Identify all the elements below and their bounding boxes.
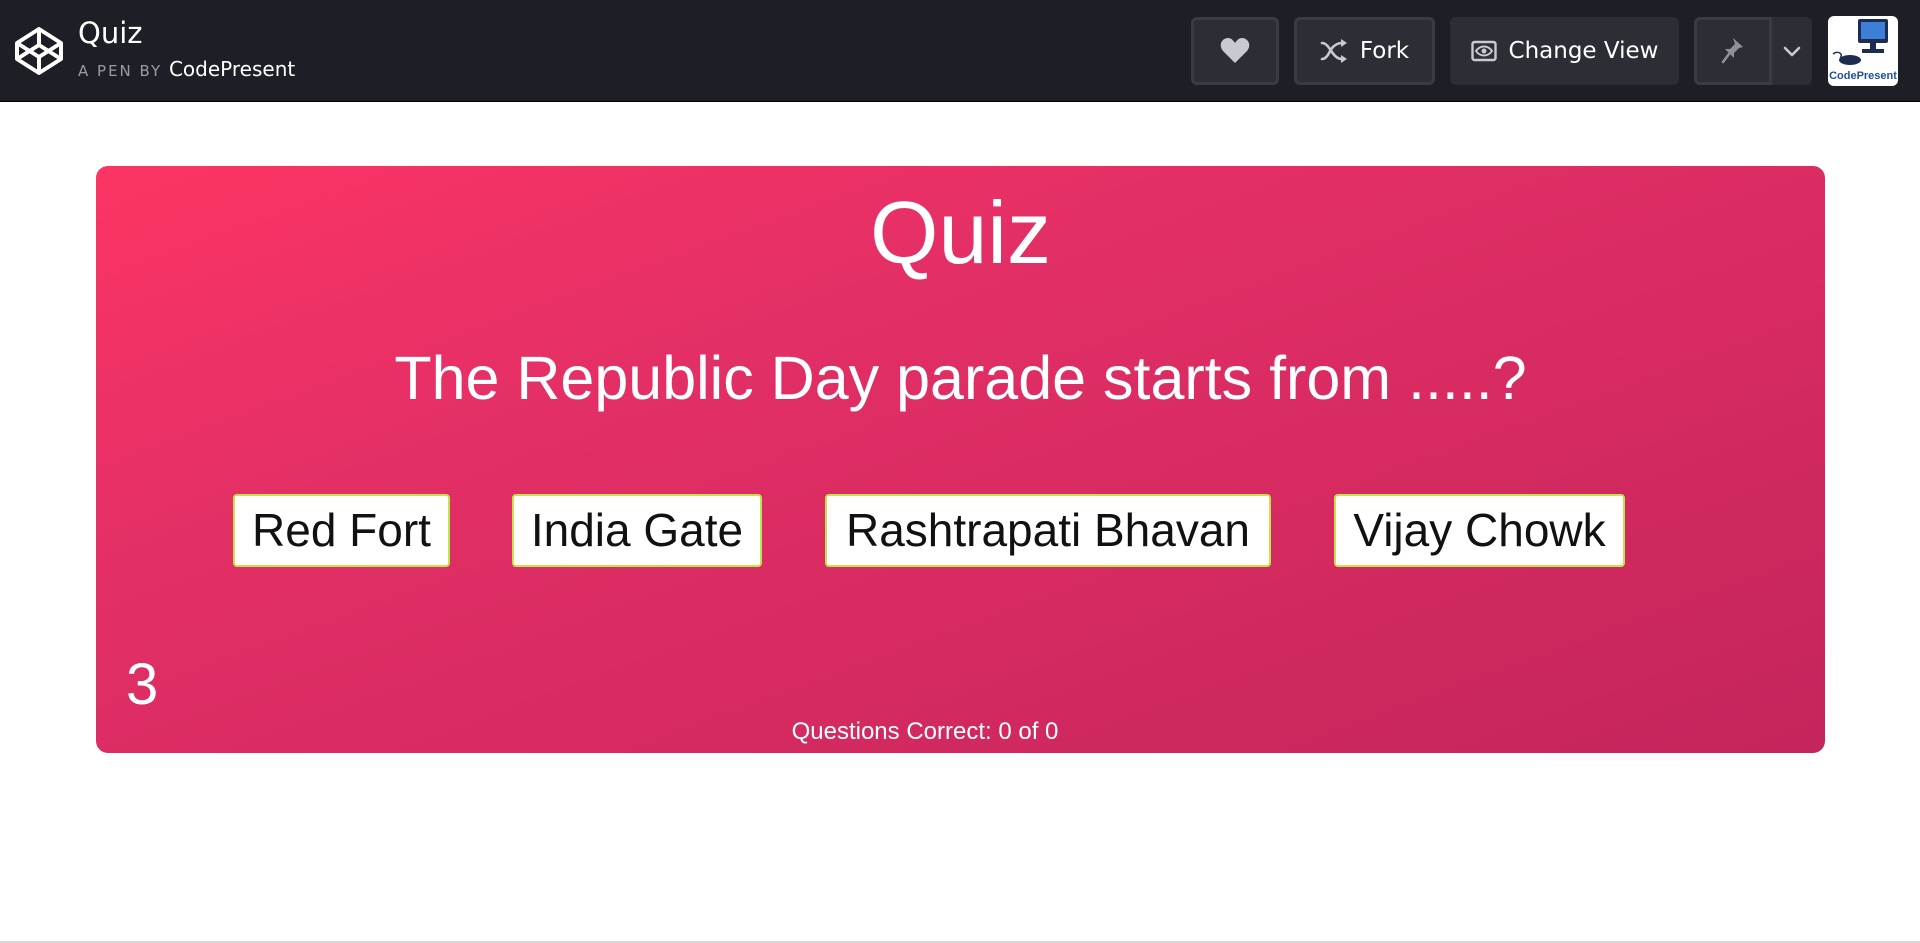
answer-button-vijay-chowk[interactable]: Vijay Chowk [1334,494,1625,567]
countdown-timer: 3 [126,652,159,717]
avatar-label: CodePresent [1829,70,1897,82]
answer-button-red-fort[interactable]: Red Fort [233,494,450,567]
answer-button-rashtrapati-bhavan[interactable]: Rashtrapati Bhavan [825,494,1271,567]
pen-by-label: A PEN BY [78,62,163,80]
heart-icon [1220,38,1250,63]
pin-button-group [1694,17,1812,85]
pin-dropdown-button[interactable] [1772,17,1812,85]
fork-icon [1320,39,1347,63]
change-view-label: Change View [1508,38,1659,64]
pen-byline: A PEN BY CodePresent [78,56,295,84]
pen-title: Quiz [78,16,143,50]
love-button[interactable] [1191,17,1279,85]
author-link[interactable]: CodePresent [169,57,295,81]
quiz-card: Quiz The Republic Day parade starts from… [96,166,1825,753]
chevron-down-icon [1783,46,1801,57]
quiz-question: The Republic Day parade starts from ....… [394,344,1527,412]
score-text: Questions Correct: 0 of 0 [791,718,1059,745]
fork-button[interactable]: Fork [1294,17,1435,85]
change-view-button[interactable]: Change View [1450,17,1679,85]
codepen-logo-icon[interactable] [14,26,64,76]
pen-title-block: Quiz A PEN BY CodePresent [78,14,295,84]
answer-button-india-gate[interactable]: India Gate [512,494,762,567]
pin-button[interactable] [1694,17,1772,85]
fork-label: Fork [1359,38,1410,64]
quiz-title: Quiz [870,183,1051,282]
eye-icon [1470,40,1497,62]
codepen-header: Quiz A PEN BY CodePresent Fork Change Vi… [0,0,1920,102]
pin-icon [1721,38,1743,64]
avatar[interactable]: CodePresent [1828,16,1898,86]
